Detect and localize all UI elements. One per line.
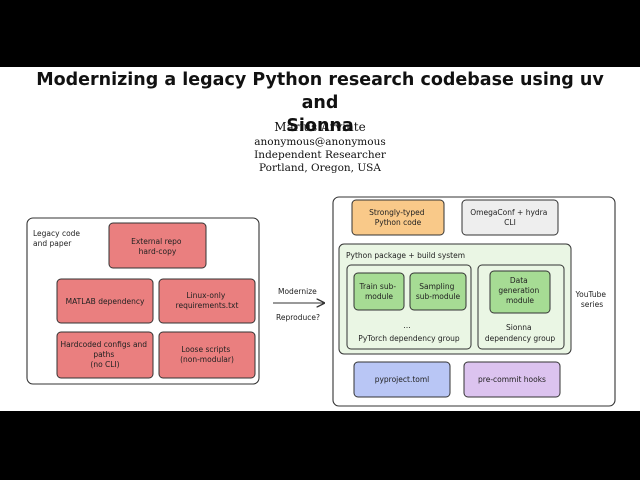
matlab-label: MATLAB dependency <box>66 297 145 306</box>
sampling-submodule-label: Sampling sub-module <box>416 282 461 301</box>
ellipsis-label: ... <box>403 321 411 330</box>
pytorch-group-label: PyTorch dependency group <box>358 334 460 343</box>
precommit-label: pre-commit hooks <box>478 375 546 384</box>
typed-python-label: Strongly-typed Python code <box>369 208 427 227</box>
architecture-diagram: Legacy code and paper External repo hard… <box>26 196 616 407</box>
modernize-label: Modernize <box>278 287 317 296</box>
reproduce-label: Reproduce? <box>276 313 320 322</box>
train-submodule-label: Train sub- module <box>359 282 399 301</box>
loose-scripts-label: Loose scripts (non-modular) <box>180 345 234 364</box>
external-repo-label: External repo hard-copy <box>131 237 184 256</box>
python-package-label: Python package + build system <box>346 251 465 260</box>
paper-page: Modernizing a legacy Python research cod… <box>0 67 640 411</box>
pyproject-label: pyproject.toml <box>375 375 430 384</box>
